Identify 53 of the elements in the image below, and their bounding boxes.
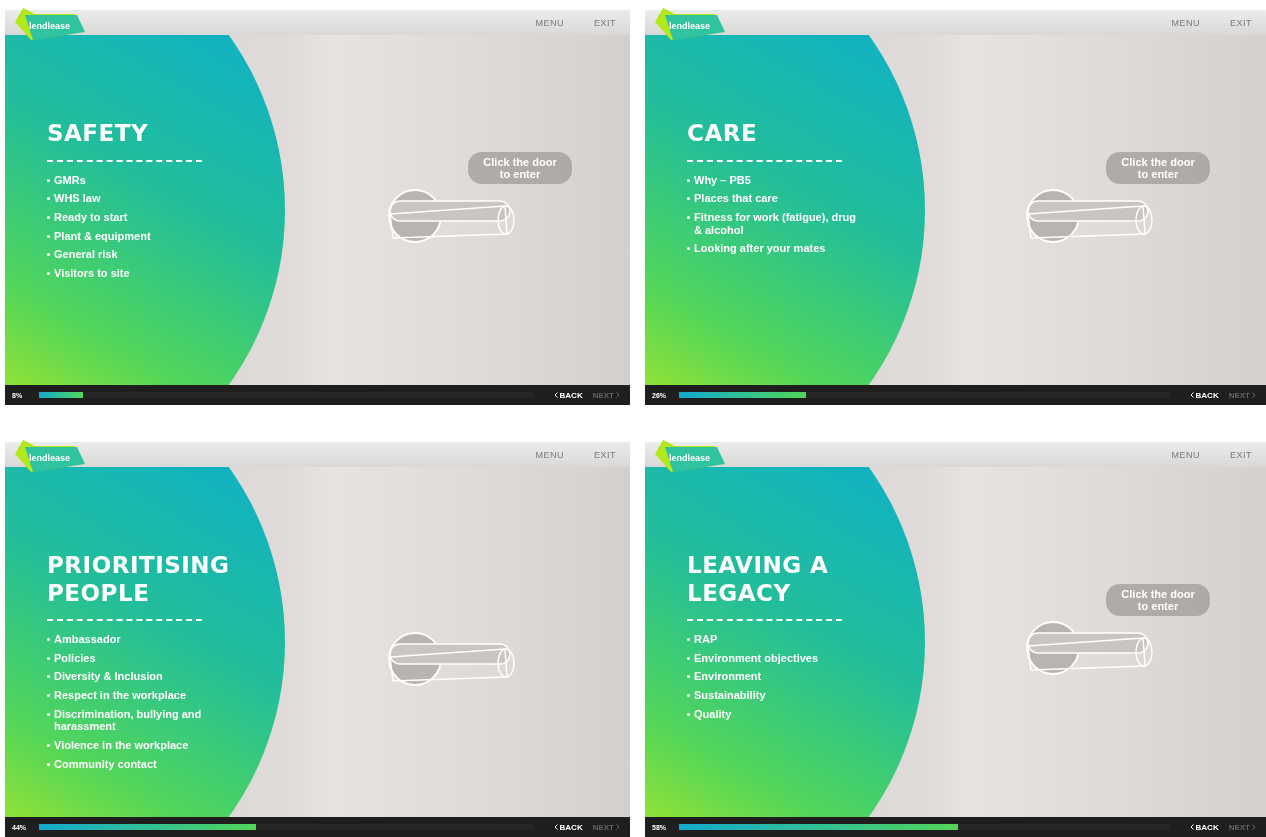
bullet-icon — [687, 694, 690, 698]
bullet-icon — [687, 638, 690, 642]
exit-link[interactable]: EXIT — [594, 449, 616, 460]
bullet-icon — [47, 253, 50, 257]
topic-title: LEAVING A LEGACY — [687, 552, 830, 608]
back-button[interactable]: BACK — [553, 390, 583, 400]
bullet-icon — [47, 638, 50, 642]
bullet-icon — [47, 694, 50, 698]
bullet-icon — [687, 215, 690, 219]
bullet-icon — [687, 712, 690, 716]
bullet-icon — [687, 656, 690, 660]
bullet-icon — [47, 178, 50, 182]
chevron-left-icon — [553, 392, 558, 398]
topic-title: SAFETY — [47, 120, 150, 148]
bullet-icon — [47, 744, 50, 748]
exit-link[interactable]: EXIT — [594, 17, 616, 28]
logo-text: lendlease — [29, 453, 71, 463]
exit-link[interactable]: EXIT — [1230, 449, 1252, 460]
exit-link[interactable]: EXIT — [1230, 17, 1252, 28]
bullet-icon — [687, 197, 690, 201]
chevron-left-icon — [1189, 824, 1194, 830]
bullet-icon — [47, 656, 50, 660]
back-button[interactable]: BACK — [1189, 822, 1219, 832]
logo-text: lendlease — [29, 21, 71, 31]
bullet-icon — [47, 197, 50, 201]
menu-link[interactable]: MENU — [1171, 17, 1200, 28]
chevron-right-icon — [1252, 824, 1256, 830]
bullet-icon — [687, 178, 690, 182]
chevron-left-icon — [553, 824, 558, 830]
menu-link[interactable]: MENU — [535, 17, 564, 28]
chevron-right-icon — [1252, 392, 1256, 398]
bullet-icon — [47, 762, 50, 766]
topic-title: CARE — [687, 120, 759, 148]
bullet-icon — [47, 712, 50, 716]
hint-bubble: Click the door to enter — [468, 152, 572, 184]
back-button[interactable]: BACK — [553, 822, 583, 832]
logo-text: lendlease — [669, 21, 711, 31]
bullet-icon — [687, 675, 690, 679]
chevron-right-icon — [616, 824, 620, 830]
bullet-icon — [47, 675, 50, 679]
bullet-icon — [687, 247, 690, 251]
bullet-icon — [47, 234, 50, 238]
chevron-left-icon — [1189, 392, 1194, 398]
back-button[interactable]: BACK — [1189, 390, 1219, 400]
hint-bubble: Click the door to enter — [1106, 584, 1210, 616]
bullet-icon — [47, 215, 50, 219]
chevron-right-icon — [616, 392, 620, 398]
logo-text: lendlease — [669, 453, 711, 463]
menu-link[interactable]: MENU — [1171, 449, 1200, 460]
menu-link[interactable]: MENU — [535, 449, 564, 460]
topic-title: PRIORITISING PEOPLE — [47, 552, 231, 608]
bullet-icon — [47, 271, 50, 275]
hint-bubble: Click the door to enter — [1106, 152, 1210, 184]
